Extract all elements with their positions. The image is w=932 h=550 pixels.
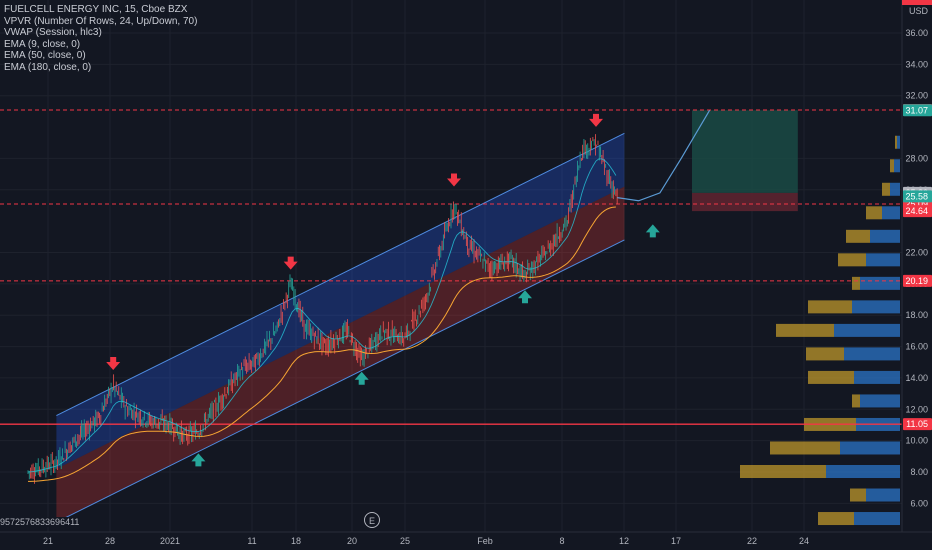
price-level-badge-text: 11.05 xyxy=(906,419,928,429)
volume-profile-down-bar xyxy=(818,512,854,526)
price-badge-top xyxy=(902,0,932,5)
volume-profile-down-bar xyxy=(866,206,882,220)
legend-ema50: EMA (50, close, 0) xyxy=(4,50,86,61)
volume-profile-up-bar xyxy=(860,276,900,290)
volume-profile-up-bar xyxy=(866,488,900,502)
volume-profile-up-bar xyxy=(834,323,900,337)
chart-legend: FUELCELL ENERGY INC, 15, Cboe BZX VPVR (… xyxy=(4,4,197,73)
volume-profile-down-bar xyxy=(882,182,890,196)
y-tick-label: 8.00 xyxy=(910,467,928,477)
crosshair-value: 9572576833696411 xyxy=(0,517,80,527)
volume-profile-up-bar xyxy=(844,347,900,361)
volume-profile-up-bar xyxy=(882,206,900,220)
volume-profile-down-bar xyxy=(776,323,834,337)
x-tick-label: 12 xyxy=(619,536,629,546)
x-tick-label: 11 xyxy=(247,536,256,546)
volume-profile-up-bar xyxy=(897,135,900,149)
x-tick-label: 2021 xyxy=(160,536,180,546)
volume-profile-down-bar xyxy=(846,229,870,243)
y-tick-label: 16.00 xyxy=(905,342,928,352)
volume-profile-up-bar xyxy=(852,300,900,314)
legend-ema9: EMA (9, close, 0) xyxy=(4,38,81,50)
y-tick-label: 36.00 xyxy=(905,28,928,38)
y-tick-label: 28.00 xyxy=(905,153,928,163)
y-tick-label: 12.00 xyxy=(905,404,928,414)
volume-profile-up-bar xyxy=(890,182,900,196)
price-chart[interactable]: 6.008.0010.0012.0014.0016.0018.0020.0022… xyxy=(0,0,932,550)
y-tick-label: 6.00 xyxy=(910,498,928,508)
volume-profile-down-bar xyxy=(806,347,844,361)
y-tick-label: 34.00 xyxy=(905,59,928,69)
volume-profile-down-bar xyxy=(740,465,826,478)
volume-profile-down-bar xyxy=(850,488,866,502)
volume-profile-up-bar xyxy=(840,441,900,455)
x-tick-label: 21 xyxy=(43,536,53,546)
y-tick-label: 10.00 xyxy=(905,436,928,446)
x-tick-label: Feb xyxy=(477,536,493,546)
x-tick-label: 18 xyxy=(291,536,301,546)
volume-profile-up-bar xyxy=(866,253,900,267)
volume-profile-down-bar xyxy=(838,253,866,267)
y-tick-label: 22.00 xyxy=(905,248,928,258)
volume-profile-up-bar xyxy=(860,394,900,408)
price-level-badge-text: 31.07 xyxy=(905,105,928,115)
volume-profile-up-bar xyxy=(854,370,900,384)
volume-profile-down-bar xyxy=(852,394,860,408)
y-tick-label: 14.00 xyxy=(905,373,928,383)
price-level-badge-text: 20.19 xyxy=(905,276,928,286)
legend-vpvr: VPVR (Number Of Rows, 24, Up/Down, 70) xyxy=(4,15,198,27)
long-position-stop-zone[interactable] xyxy=(692,192,798,212)
x-tick-label: 28 xyxy=(105,536,115,546)
x-tick-label: 17 xyxy=(671,536,681,546)
volume-profile-down-bar xyxy=(808,370,854,384)
x-tick-label: 20 xyxy=(347,536,357,546)
x-tick-label: 24 xyxy=(799,536,809,546)
volume-profile-up-bar xyxy=(826,465,900,478)
x-tick-label: 8 xyxy=(559,536,564,546)
volume-profile-down-bar xyxy=(890,159,894,173)
legend-vwap: VWAP (Session, hlc3) xyxy=(4,27,102,38)
x-tick-label: 25 xyxy=(400,536,410,546)
legend-ema180: EMA (180, close, 0) xyxy=(4,61,92,73)
volume-profile-up-bar xyxy=(854,512,900,526)
volume-profile-down-bar xyxy=(770,441,840,455)
volume-profile-down-bar xyxy=(895,135,897,149)
earnings-marker[interactable]: E xyxy=(364,512,380,528)
volume-profile-up-bar xyxy=(870,229,900,243)
x-tick-label: 22 xyxy=(747,536,757,546)
y-tick-label: 32.00 xyxy=(905,91,928,101)
time-axis[interactable] xyxy=(0,532,932,550)
long-position-target-zone[interactable] xyxy=(692,110,798,193)
price-level-badge-text: 24.64 xyxy=(905,206,928,216)
volume-profile-down-bar xyxy=(852,276,860,290)
volume-profile-up-bar xyxy=(894,159,900,173)
currency-label: USD xyxy=(908,6,928,16)
price-level-badge-text: 25.58 xyxy=(905,191,928,201)
legend-title: FUELCELL ENERGY INC, 15, Cboe BZX xyxy=(4,4,188,15)
volume-profile-down-bar xyxy=(808,300,852,314)
price-axis[interactable] xyxy=(902,0,932,532)
y-tick-label: 18.00 xyxy=(905,310,928,320)
